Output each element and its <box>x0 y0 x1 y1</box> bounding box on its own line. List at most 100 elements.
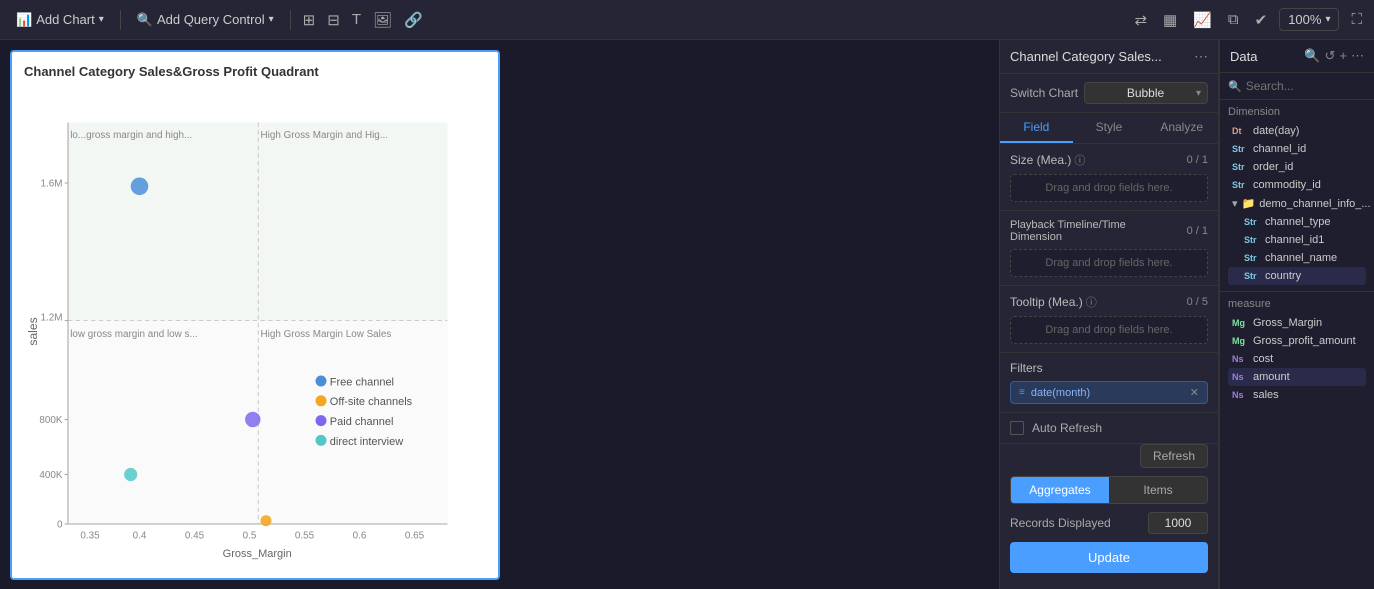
chart-type-value: Bubble <box>1127 86 1164 100</box>
add-icon[interactable]: + <box>1339 48 1347 64</box>
add-chart-button[interactable]: 📊 Add Chart ▾ <box>8 8 112 32</box>
tooltip-drop-zone[interactable]: Drag and drop fields here. <box>1010 316 1208 344</box>
field-item-dateday[interactable]: Dt date(day) <box>1228 122 1366 140</box>
size-mea-label: Size (Mea.) <box>1010 153 1071 167</box>
tooltip-count: 0 / 5 <box>1187 296 1208 308</box>
playback-section: Playback Timeline/Time Dimension 0 / 1 D… <box>1000 211 1218 286</box>
svg-text:lo...gross margin and high...: lo...gross margin and high... <box>70 130 192 141</box>
items-button[interactable]: Items <box>1109 477 1207 503</box>
info-icon: ⓘ <box>1074 152 1085 168</box>
tooltip-label: Tooltip (Mea.) <box>1010 295 1083 309</box>
chart-alt-icon[interactable]: 📈 <box>1189 7 1216 33</box>
svg-text:sales: sales <box>26 317 40 345</box>
aggregates-button[interactable]: Aggregates <box>1011 477 1109 503</box>
field-item-country[interactable]: Str country <box>1228 267 1366 285</box>
add-query-control-button[interactable]: 🔍 Add Query Control ▾ <box>129 8 282 32</box>
field-item-channelid1[interactable]: Str channel_id1 <box>1228 231 1366 249</box>
svg-text:0.65: 0.65 <box>405 530 425 541</box>
separator <box>120 10 121 30</box>
tab-field[interactable]: Field <box>1000 113 1073 143</box>
table-icon[interactable]: ▦ <box>1159 7 1181 33</box>
measure-label: measure <box>1228 298 1366 310</box>
tooltip-section: Tooltip (Mea.) ⓘ 0 / 5 Drag and drop fie… <box>1000 286 1218 353</box>
field-item-orderid[interactable]: Str order_id <box>1228 158 1366 176</box>
update-button[interactable]: Update <box>1010 542 1208 573</box>
expand-icon[interactable]: ⛶ <box>1347 7 1366 32</box>
zoom-level: 100% <box>1288 12 1321 27</box>
field-type-str: Str <box>1244 217 1260 227</box>
text-icon[interactable]: T <box>348 7 365 32</box>
tab-analyze[interactable]: Analyze <box>1145 113 1218 143</box>
search-icon: 🔍 <box>137 12 153 28</box>
playback-drop-zone[interactable]: Drag and drop fields here. <box>1010 249 1208 277</box>
image-icon[interactable]: 🖼 <box>369 7 396 33</box>
filter-icon[interactable]: ⧉ <box>1224 7 1243 32</box>
field-type-str: Str <box>1244 235 1260 245</box>
folder-demo-channel[interactable]: ▾ 📁 demo_channel_info_... <box>1228 194 1366 213</box>
refresh-icon[interactable]: ↺ <box>1325 48 1336 64</box>
zoom-control[interactable]: 100% ▾ <box>1279 8 1339 31</box>
share-icon[interactable]: ⇄ <box>1130 7 1151 33</box>
bar-chart-icon: 📊 <box>16 12 32 28</box>
link-icon[interactable]: 🔗 <box>400 7 427 33</box>
field-item-channelid[interactable]: Str channel_id <box>1228 140 1366 158</box>
filter-chip-value: date(month) <box>1031 387 1090 399</box>
svg-text:1.6M: 1.6M <box>41 178 63 189</box>
auto-refresh-label: Auto Refresh <box>1032 421 1102 435</box>
refresh-button[interactable]: Refresh <box>1140 444 1208 468</box>
field-type-str: Str <box>1232 144 1248 154</box>
field-item-channeltype[interactable]: Str channel_type <box>1228 213 1366 231</box>
search-icon[interactable]: 🔍 <box>1304 48 1320 64</box>
size-drop-zone[interactable]: Drag and drop fields here. <box>1010 174 1208 202</box>
auto-refresh-checkbox[interactable] <box>1010 421 1024 435</box>
playback-label: Playback Timeline/Time Dimension <box>1010 219 1150 243</box>
main-area: Channel Category Sales&Gross Profit Quad… <box>0 40 1374 589</box>
field-type-str: Str <box>1232 180 1248 190</box>
field-tabs: Field Style Analyze <box>1000 113 1218 144</box>
chart-content: sales lo...gross margin and high. <box>24 87 486 576</box>
filter-chip-icon: ≡ <box>1019 387 1025 398</box>
field-item-channelname[interactable]: Str channel_name <box>1228 249 1366 267</box>
tab-style[interactable]: Style <box>1073 113 1146 143</box>
svg-text:0.55: 0.55 <box>295 530 315 541</box>
ellipsis-icon[interactable]: ⋯ <box>1351 48 1364 64</box>
field-item-grossprofitamt[interactable]: Mg Gross_profit_amount <box>1228 332 1366 350</box>
chart-svg: sales lo...gross margin and high. <box>24 87 486 576</box>
field-item-cost[interactable]: Ns cost <box>1228 350 1366 368</box>
svg-text:Off-site channels: Off-site channels <box>330 396 413 408</box>
field-item-commodityid[interactable]: Str commodity_id <box>1228 176 1366 194</box>
size-mea-section: Size (Mea.) ⓘ 0 / 1 Drag and drop fields… <box>1000 144 1218 211</box>
filter-chip[interactable]: ≡ date(month) ✕ <box>1010 381 1208 404</box>
data-panel-header: Data 🔍 ↺ + ⋯ <box>1220 40 1374 73</box>
data-panel-title: Data <box>1230 49 1257 64</box>
separator <box>290 10 291 30</box>
ellipsis-icon[interactable]: ⋯ <box>1194 48 1208 65</box>
check-icon[interactable]: ✔ <box>1251 7 1272 33</box>
field-type-ns: Ns <box>1232 372 1248 382</box>
field-item-grossmargin[interactable]: Mg Gross_Margin <box>1228 314 1366 332</box>
size-count: 0 / 1 <box>1187 154 1208 166</box>
records-input[interactable] <box>1148 512 1208 534</box>
measure-section: measure Mg Gross_Margin Mg Gross_profit_… <box>1220 291 1374 410</box>
grid-icon[interactable]: ⊞ <box>299 7 320 33</box>
filter-chip-clear[interactable]: ✕ <box>1190 386 1199 399</box>
field-item-amount[interactable]: Ns amount <box>1228 368 1366 386</box>
chart-type-select[interactable]: Bubble ▾ <box>1084 82 1208 104</box>
switch-chart-row: Switch Chart Bubble ▾ <box>1000 74 1218 113</box>
svg-text:High Gross Margin and Hig...: High Gross Margin and Hig... <box>261 130 389 141</box>
svg-text:Free channel: Free channel <box>330 376 394 388</box>
field-item-sales[interactable]: Ns sales <box>1228 386 1366 404</box>
filters-label: Filters <box>1010 361 1043 375</box>
field-type-mg: Mg <box>1232 318 1248 328</box>
chevron-down-icon: ▾ <box>1196 88 1201 99</box>
chevron-down-icon: ▾ <box>99 14 104 25</box>
columns-icon[interactable]: ⊟ <box>323 7 344 33</box>
agg-items-toggle: Aggregates Items <box>1010 476 1208 504</box>
field-search-input[interactable] <box>1246 79 1374 93</box>
chevron-down-icon: ▾ <box>269 14 274 25</box>
refresh-row: Refresh <box>1000 444 1218 476</box>
svg-text:0.4: 0.4 <box>133 530 147 541</box>
field-type-str: Str <box>1244 271 1260 281</box>
svg-text:0.6: 0.6 <box>353 530 367 541</box>
field-type-str: Str <box>1244 253 1260 263</box>
